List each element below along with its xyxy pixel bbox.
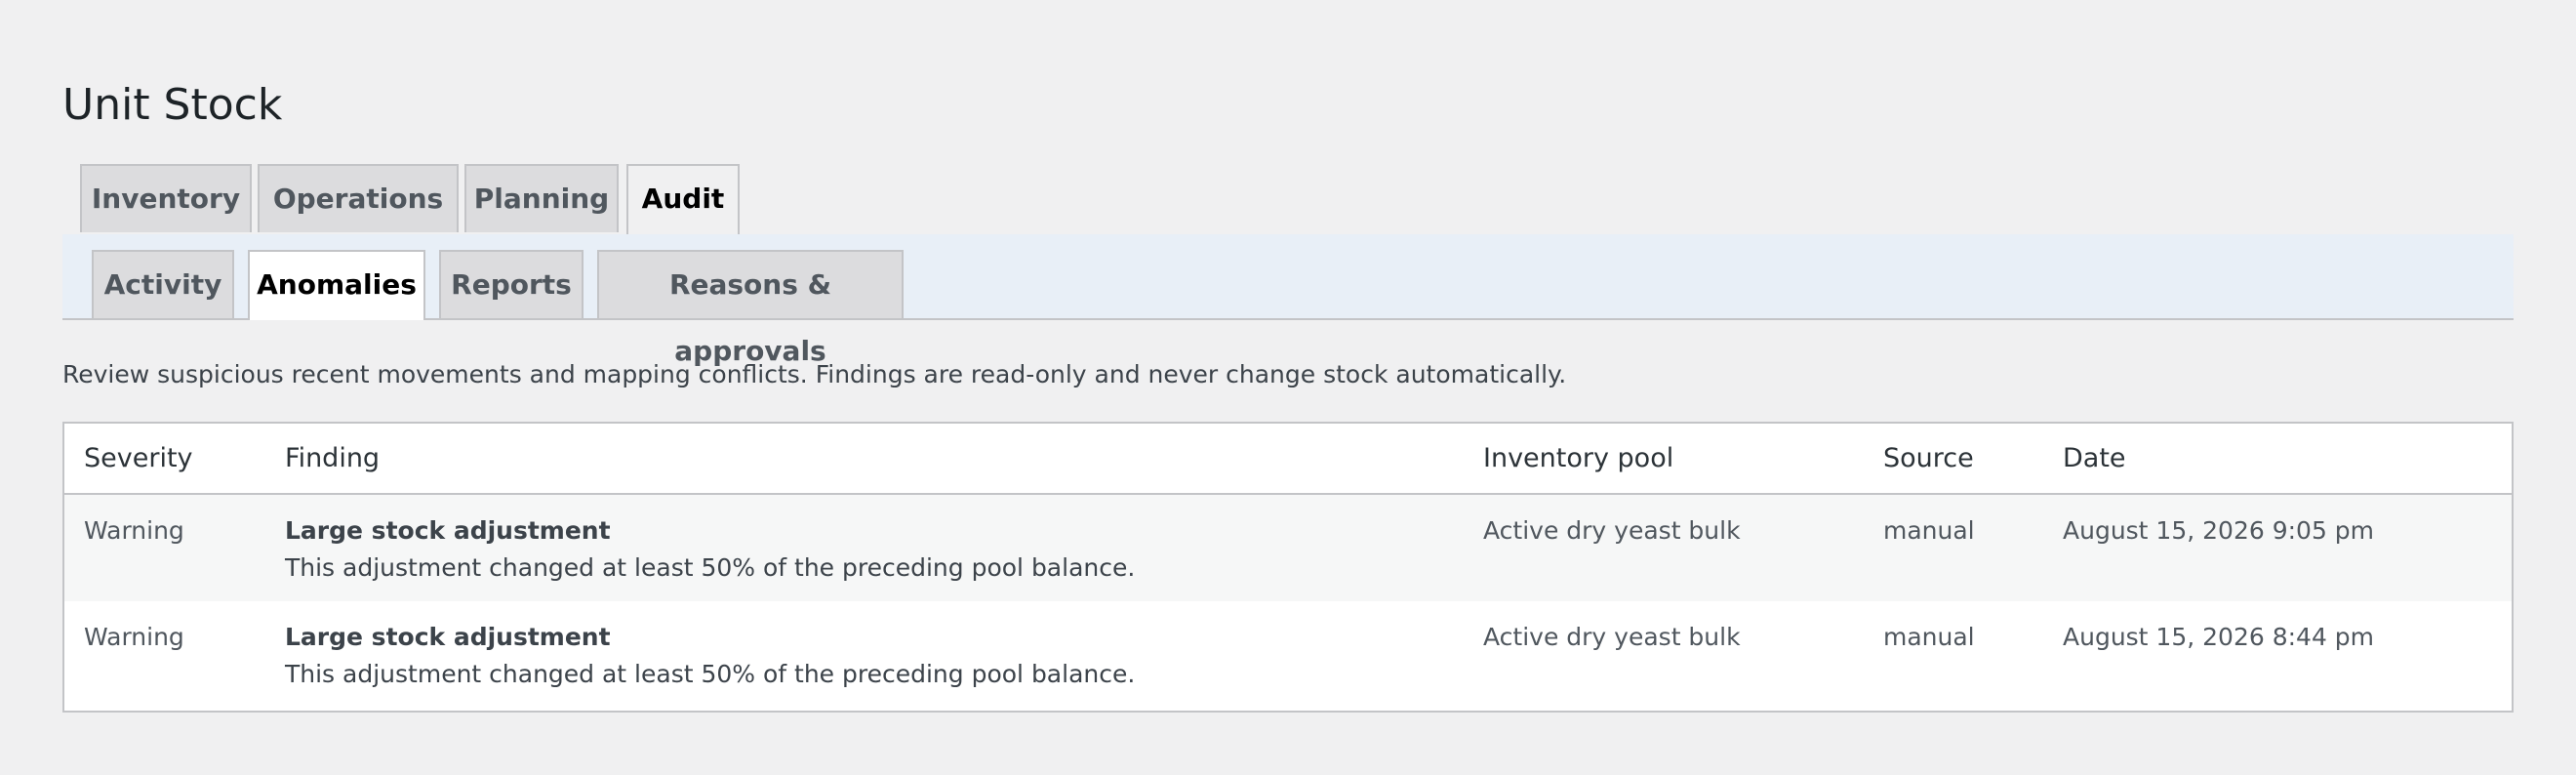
page-description: Review suspicious recent movements and m…	[62, 360, 1567, 388]
inventory-pool-cell: Active dry yeast bulk	[1464, 494, 1864, 601]
tab-audit[interactable]: Audit	[626, 164, 740, 236]
finding-title: Large stock adjustment	[285, 516, 611, 545]
tab-planning[interactable]: Planning	[464, 164, 619, 232]
column-header-date: Date	[2043, 424, 2512, 495]
finding-cell: Large stock adjustment This adjustment c…	[265, 601, 1464, 709]
tab-inventory[interactable]: Inventory	[80, 164, 252, 232]
table-row: Warning Large stock adjustment This adju…	[64, 494, 2512, 601]
finding-title: Large stock adjustment	[285, 623, 611, 651]
anomalies-table: Severity Finding Inventory pool Source D…	[62, 422, 2514, 713]
finding-description: This adjustment changed at least 50% of …	[285, 553, 1136, 582]
source-cell: manual	[1883, 623, 1975, 651]
source-cell: manual	[1864, 494, 2043, 601]
sub-tab-anomalies[interactable]: Anomalies	[248, 250, 425, 320]
page-title: Unit Stock	[62, 80, 283, 130]
inventory-pool-cell: Active dry yeast bulk	[1483, 623, 1741, 651]
column-header-severity: Severity	[64, 424, 265, 495]
severity-cell: Warning	[84, 623, 184, 651]
date-cell: August 15, 2026 8:44 pm	[2063, 623, 2375, 651]
table-row: Warning Large stock adjustment This adju…	[64, 601, 2512, 709]
column-header-source: Source	[1864, 424, 2043, 495]
table-header-row: Severity Finding Inventory pool Source D…	[64, 424, 2512, 495]
column-header-inventory-pool: Inventory pool	[1464, 424, 1864, 495]
date-cell: August 15, 2026 9:05 pm	[2043, 494, 2512, 601]
finding-cell: Large stock adjustment This adjustment c…	[265, 494, 1464, 601]
finding-description: This adjustment changed at least 50% of …	[285, 660, 1136, 688]
main-tab-bar: Inventory Operations Planning Audit	[62, 164, 2514, 236]
severity-cell: Warning	[64, 494, 265, 601]
sub-tab-reasons-approvals[interactable]: Reasons & approvals	[597, 250, 904, 367]
sub-tab-bar: Activity Anomalies Reports Reasons & app…	[62, 234, 2514, 367]
sub-tab-reports[interactable]: Reports	[439, 250, 584, 318]
column-header-finding: Finding	[265, 424, 1464, 495]
tab-operations[interactable]: Operations	[258, 164, 459, 232]
sub-tab-activity[interactable]: Activity	[92, 250, 234, 318]
